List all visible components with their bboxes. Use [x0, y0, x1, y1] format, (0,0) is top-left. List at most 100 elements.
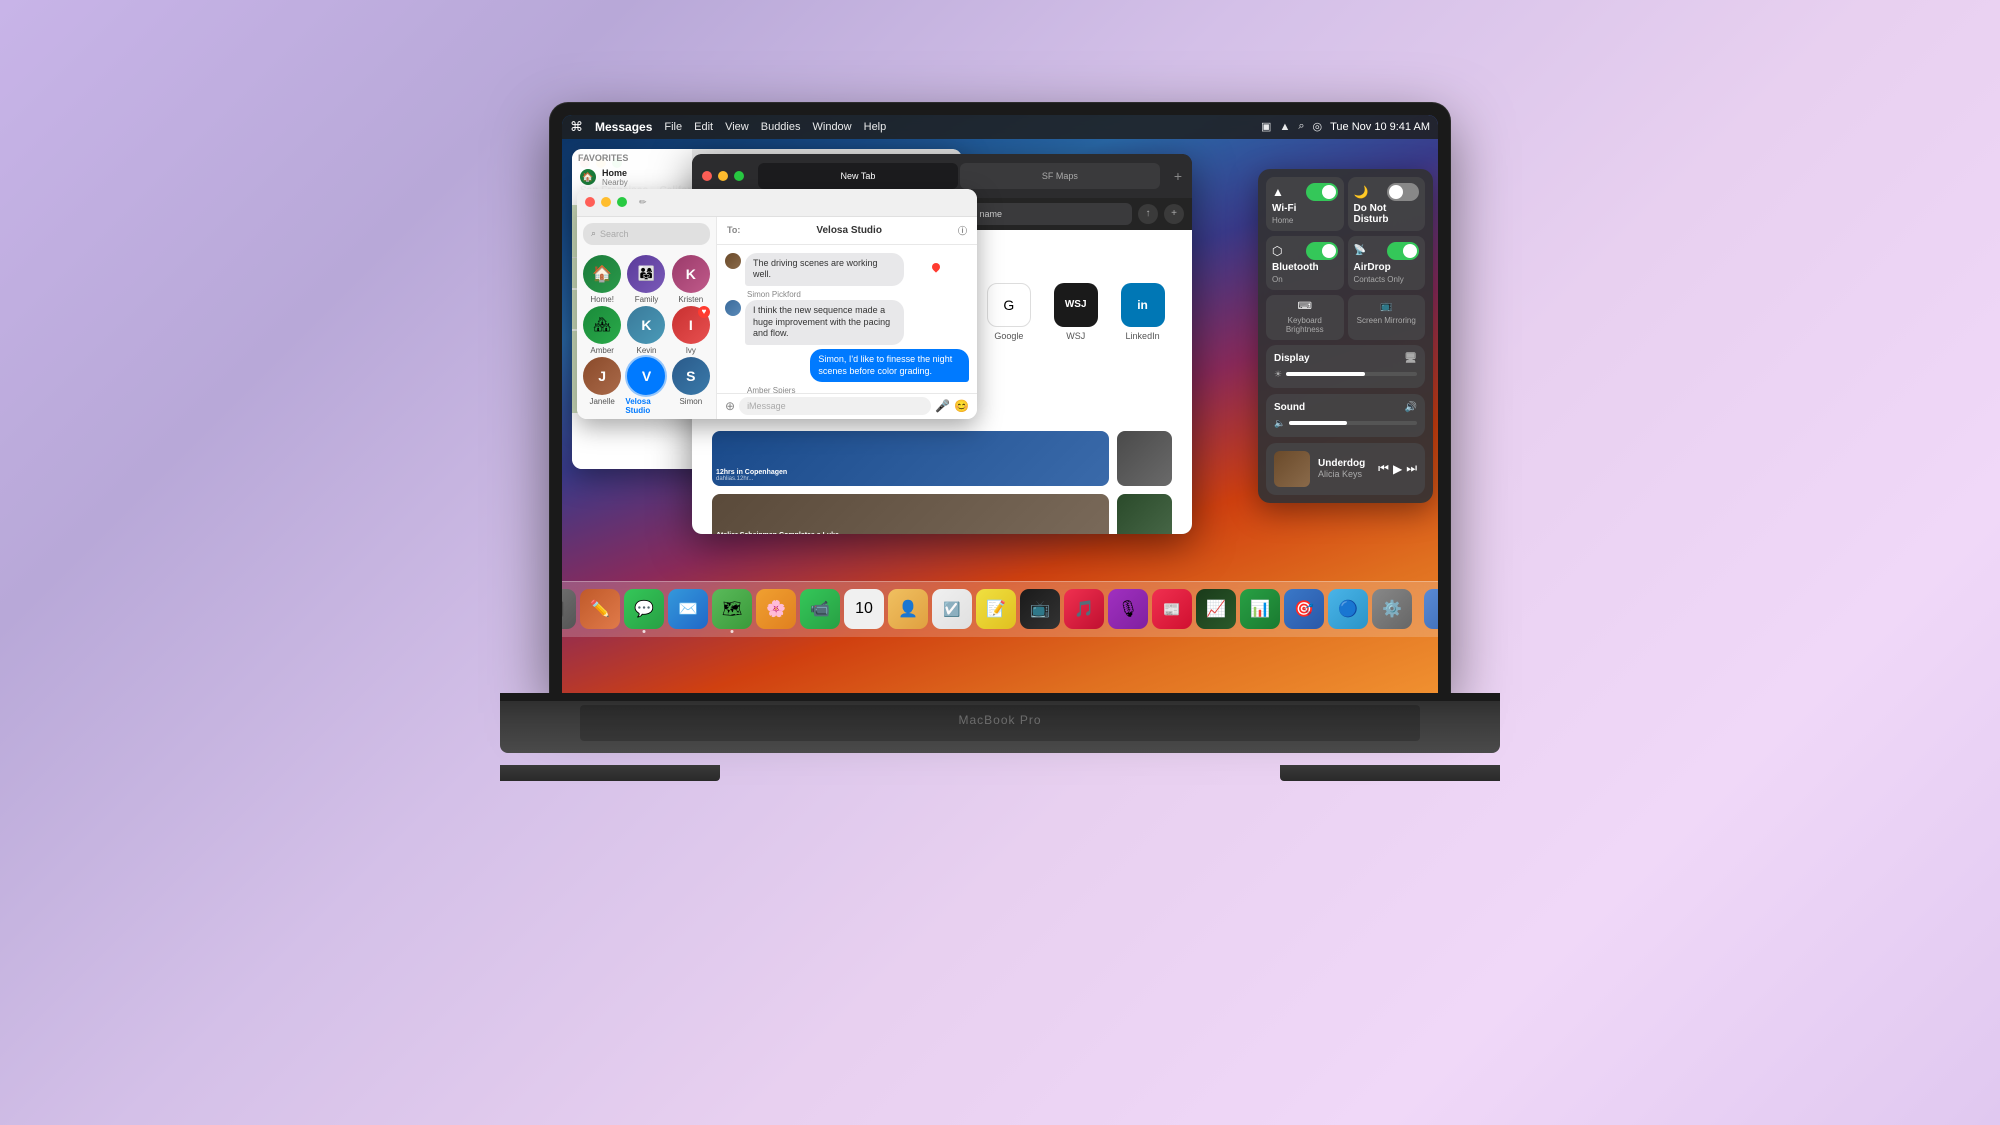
wifi-icon: ▲	[1272, 185, 1284, 199]
linkedin-favicon: in	[1121, 283, 1165, 327]
conv-velosa[interactable]: V Velosa Studio	[625, 357, 667, 415]
dock-contacts[interactable]: 👤	[888, 589, 928, 629]
nc-wifi-widget[interactable]: ▲ Wi-Fi Home	[1266, 177, 1344, 231]
messages-maximize-button[interactable]	[617, 197, 627, 207]
keyboard-icon: ⌨	[1298, 301, 1312, 312]
dock-photos[interactable]: 🌸	[756, 589, 796, 629]
tile-photo2[interactable]	[1117, 494, 1172, 534]
apple-menu-icon[interactable]: ⌘	[570, 119, 583, 135]
dock-reminders[interactable]: ☑️	[932, 589, 972, 629]
safari-new-tab-icon[interactable]: +	[1174, 168, 1182, 184]
stocks-icon: 📈	[1206, 599, 1226, 619]
dock-podcasts[interactable]: 🎙	[1108, 589, 1148, 629]
bluetooth-toggle[interactable]	[1306, 242, 1338, 260]
display-slider-track[interactable]	[1286, 372, 1417, 376]
safari-tab-2[interactable]: SF Maps	[960, 163, 1160, 189]
message-input[interactable]: iMessage	[739, 397, 931, 415]
conv-home[interactable]: 🏠 Home!	[581, 255, 623, 304]
dock-launchpad[interactable]: ⬛	[562, 589, 576, 629]
conv-neighborhood[interactable]: 🏘 Amber	[581, 306, 623, 355]
nc-dnd-widget[interactable]: 🌙 Do Not Disturb	[1348, 177, 1426, 231]
nc-keyboard-widget[interactable]: ⌨ Keyboard Brightness	[1266, 295, 1344, 340]
conv-janelle[interactable]: J Janelle	[581, 357, 623, 415]
dock-sysprefs[interactable]: ⚙️	[1372, 589, 1412, 629]
menu-view[interactable]: View	[725, 121, 749, 133]
tile-copenhagen[interactable]: 12hrs in Copenhagen dahlias.12hr...	[712, 431, 1109, 486]
conv-simon[interactable]: S Simon	[670, 357, 712, 415]
messages-search[interactable]: ⌕ Search	[583, 223, 710, 245]
msg-audio-icon[interactable]: 🎤	[935, 399, 950, 413]
conv-ivy-name: Ivy	[686, 346, 696, 355]
nc-bluetooth-widget[interactable]: ⬡ Bluetooth On	[1266, 236, 1344, 290]
conv-kevin[interactable]: K Kevin	[625, 306, 667, 355]
dock-messages[interactable]: 💬	[624, 589, 664, 629]
menu-file[interactable]: File	[664, 121, 682, 133]
album-art	[1274, 451, 1310, 487]
dock-appstore[interactable]: 🔵	[1328, 589, 1368, 629]
menu-edit[interactable]: Edit	[694, 121, 713, 133]
messages-minimize-button[interactable]	[601, 197, 611, 207]
dock-maps[interactable]: 🗺	[712, 589, 752, 629]
dock-vectornator[interactable]: ✏️	[580, 589, 620, 629]
safari-minimize-button[interactable]	[718, 171, 728, 181]
display-label: Display	[1274, 353, 1310, 364]
dock-screentime[interactable]: ⏱	[1424, 589, 1438, 629]
favorite-google[interactable]: G Google	[979, 283, 1038, 341]
messages-compose-icon[interactable]: ✏	[639, 197, 647, 208]
dock-numbers[interactable]: 📊	[1240, 589, 1280, 629]
active-app-name: Messages	[595, 120, 652, 134]
safari-tab-1[interactable]: New Tab	[758, 163, 958, 189]
menu-window[interactable]: Window	[813, 121, 852, 133]
msg-sender-2: Simon Pickford	[747, 290, 969, 299]
safari-add-bookmark[interactable]: +	[1164, 204, 1184, 224]
dnd-toggle[interactable]	[1387, 183, 1419, 201]
wifi-toggle[interactable]	[1306, 183, 1338, 201]
menubar-left: ⌘ Messages File Edit View Buddies Window…	[570, 119, 886, 135]
safari-share-button[interactable]: ↑	[1138, 204, 1158, 224]
dock-keynote[interactable]: 🎯	[1284, 589, 1324, 629]
conv-family[interactable]: 👨‍👩‍👧 Family	[625, 255, 667, 304]
next-button[interactable]: ⏭	[1406, 461, 1417, 476]
play-pause-button[interactable]: ▶	[1393, 462, 1402, 476]
wifi-icon[interactable]: ▲	[1279, 121, 1290, 133]
account-icon[interactable]: ◎	[1313, 120, 1323, 133]
safari-close-button[interactable]	[702, 171, 712, 181]
conv-kristen[interactable]: K Kristen	[670, 255, 712, 304]
dock-music[interactable]: 🎵	[1064, 589, 1104, 629]
macbook-screen: ⌘ Messages File Edit View Buddies Window…	[562, 115, 1438, 693]
chat-info-icon[interactable]: ⓘ	[958, 224, 967, 237]
msg-attach-icon[interactable]: ⊕	[725, 399, 735, 413]
search-icon[interactable]: ⌕	[1298, 120, 1304, 133]
podcasts-icon: 🎙	[1118, 599, 1138, 619]
dock-calendar[interactable]: 10	[844, 589, 884, 629]
dock-stocks[interactable]: 📈	[1196, 589, 1236, 629]
safari-maximize-button[interactable]	[734, 171, 744, 181]
dock-mail[interactable]: ✉️	[668, 589, 708, 629]
dock-notes[interactable]: 📝	[976, 589, 1016, 629]
sound-slider-track[interactable]	[1289, 421, 1417, 425]
maps-home[interactable]: 🏠 Home Nearby	[572, 165, 692, 190]
dock: 🔵 ⬛ ✏️ 💬	[562, 581, 1438, 637]
macbook-container: ⌘ Messages File Edit View Buddies Window…	[500, 103, 1500, 1023]
messages-close-button[interactable]	[585, 197, 595, 207]
nc-airdrop-widget[interactable]: 📡 AirDrop Contacts Only	[1348, 236, 1426, 290]
favorite-linkedin[interactable]: in LinkedIn	[1113, 283, 1172, 341]
conv-ivy[interactable]: I ♥ Ivy	[670, 306, 712, 355]
tile-photo1[interactable]	[1117, 431, 1172, 486]
menu-buddies[interactable]: Buddies	[761, 121, 801, 133]
msg-emoji-icon[interactable]: 😊	[954, 399, 969, 413]
menu-help[interactable]: Help	[864, 121, 887, 133]
dock-facetime[interactable]: 📹	[800, 589, 840, 629]
prev-button[interactable]: ⏮	[1378, 461, 1389, 476]
conv-family-name: Family	[635, 295, 659, 304]
messages-window[interactable]: ✏ ⌕ Search	[577, 189, 977, 419]
macbook-stand	[500, 741, 1500, 781]
airdrop-toggle[interactable]	[1387, 242, 1419, 260]
msg-bubble-1: The driving scenes are working well.	[745, 253, 904, 286]
dock-news[interactable]: 📰	[1152, 589, 1192, 629]
dock-appletv[interactable]: 📺	[1020, 589, 1060, 629]
nc-screenmirror-widget[interactable]: 📺 Screen Mirroring	[1348, 295, 1426, 340]
favorite-wsj[interactable]: WSJ WSJ	[1046, 283, 1105, 341]
messages-chat-area: To: Velosa Studio ⓘ The driving scenes a…	[717, 217, 977, 419]
tile-scheinman[interactable]: Atelier Scheinman Completes a Luke... as…	[712, 494, 1109, 534]
